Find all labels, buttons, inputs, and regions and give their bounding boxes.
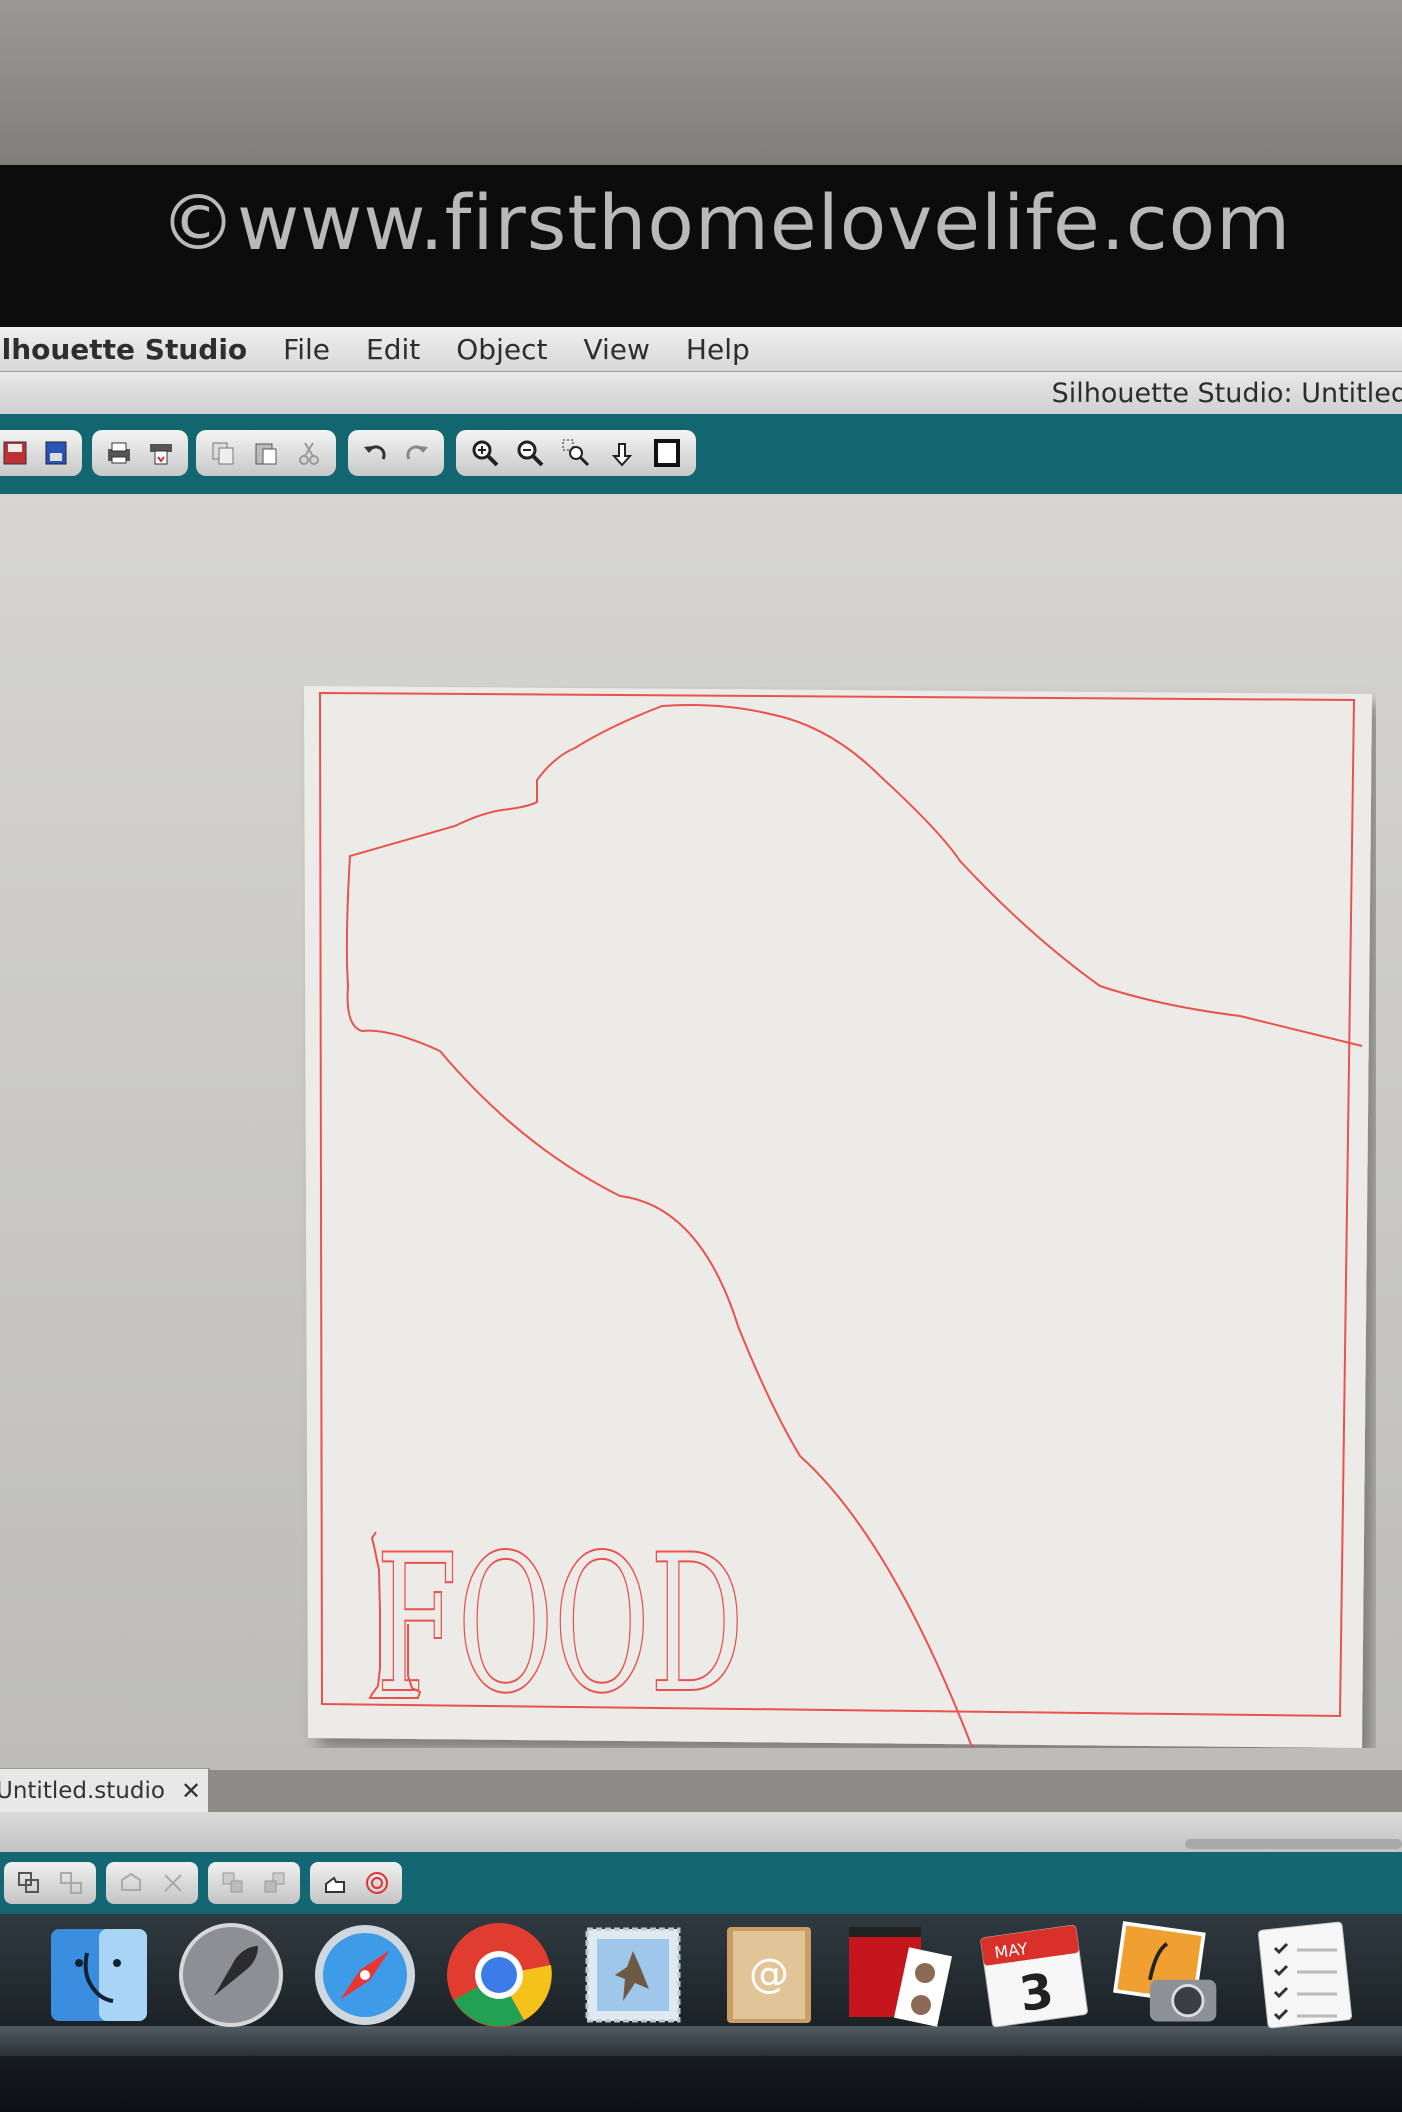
arrange-tool-group [208,1862,300,1904]
save-to-library-icon[interactable] [38,435,74,471]
launchpad-icon[interactable] [176,1920,286,2030]
compound-path-icon[interactable] [114,1866,148,1900]
zoom-tool-group [456,430,696,476]
offset-icon[interactable] [360,1866,394,1900]
main-toolbar [0,414,1402,494]
save-icon[interactable] [0,435,33,471]
cut-icon[interactable] [291,435,327,471]
menu-edit[interactable]: Edit [366,333,420,366]
pan-icon[interactable] [604,435,640,471]
menu-bar: ilhouette Studio File Edit Object View H… [0,327,1402,372]
paste-icon[interactable] [248,435,284,471]
photo-booth-icon[interactable] [844,1920,954,2030]
menu-view[interactable]: View [583,333,649,366]
zoom-select-icon[interactable] [558,435,594,471]
food-text-outline: FOOD [376,1514,744,1735]
close-tab-icon[interactable]: ✕ [181,1777,201,1805]
food-text: FOOD [375,1513,745,1736]
window-title: Silhouette Studio: Untitled [1051,378,1402,409]
group-tool-group [4,1862,96,1904]
window-titlebar: Silhouette Studio: Untitled [0,372,1402,414]
redo-icon[interactable] [399,435,435,471]
document-tab-label: Untitled.studio [0,1778,165,1804]
watermark-text: ©www.firsthomelovelife.com [160,178,1292,267]
bring-forward-icon[interactable] [216,1866,250,1900]
safari-icon[interactable] [310,1920,420,2030]
menu-object[interactable]: Object [456,333,547,366]
calendar-icon[interactable]: MAY 3 [980,1920,1090,2030]
chrome-icon[interactable] [444,1920,554,2030]
history-tool-group [348,430,444,476]
zoom-in-icon[interactable] [467,435,503,471]
menu-file[interactable]: File [283,333,330,366]
address-book-icon[interactable]: @ [712,1920,822,2030]
horizontal-scroll-thumb[interactable] [1185,1839,1402,1849]
print-tool-group [92,430,188,476]
zoom-out-icon[interactable] [512,435,548,471]
bottom-toolbar [0,1852,1402,1914]
weld-icon[interactable] [318,1866,352,1900]
design-canvas[interactable]: FOOD [300,686,1376,1887]
ungroup-icon[interactable] [54,1866,88,1900]
dock-shelf [0,2026,1402,2056]
reminders-icon[interactable] [1250,1920,1360,2030]
app-menu[interactable]: ilhouette Studio [0,333,247,366]
svg-text:@: @ [749,1951,789,1997]
print-icon[interactable] [101,435,137,471]
iphoto-icon[interactable] [1112,1920,1222,2030]
compound-tool-group [106,1862,198,1904]
fit-to-page-icon[interactable] [649,435,685,471]
clipboard-tool-group [196,430,336,476]
mail-icon[interactable] [578,1920,688,2030]
finder-icon[interactable] [44,1920,154,2030]
release-compound-icon[interactable] [156,1866,190,1900]
group-icon[interactable] [12,1866,46,1900]
monitor-bezel [0,0,1402,165]
send-to-silhouette-icon[interactable] [143,435,179,471]
weld-tool-group [310,1862,402,1904]
file-tool-group [0,430,82,476]
menu-help[interactable]: Help [686,333,750,366]
send-backward-icon[interactable] [258,1866,292,1900]
cutting-mat-page[interactable]: FOOD [300,686,1376,1887]
undo-icon[interactable] [357,435,393,471]
document-tab[interactable]: Untitled.studio ✕ [0,1768,210,1813]
copy-icon[interactable] [205,435,241,471]
